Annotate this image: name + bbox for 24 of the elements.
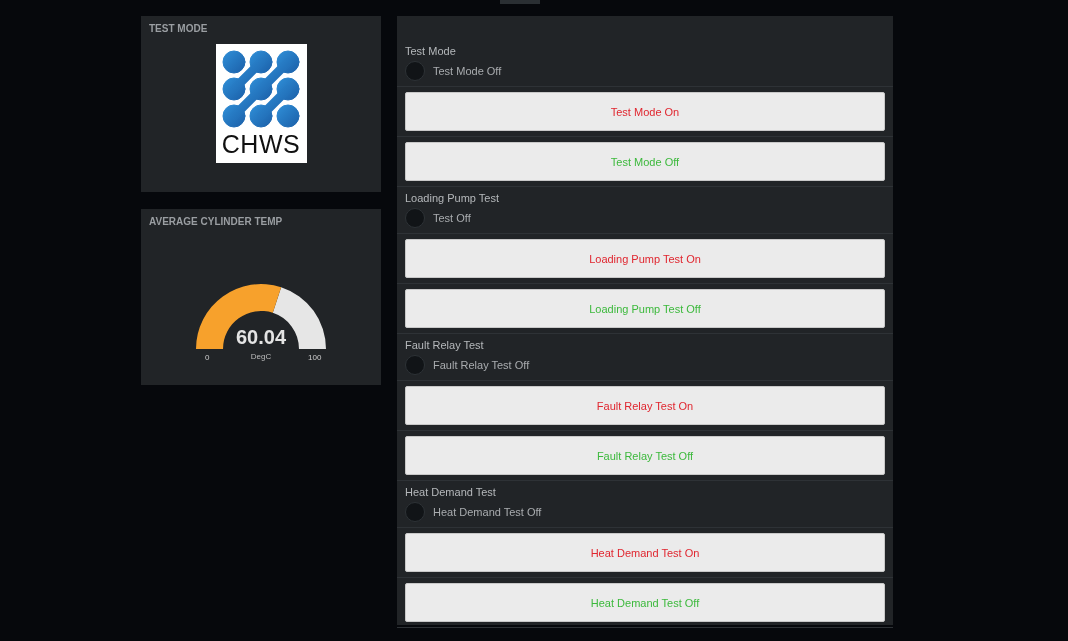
status-text: Heat Demand Test Off: [433, 506, 542, 518]
logo-text: CHWS: [221, 132, 301, 157]
gauge-unit: DegC: [250, 352, 272, 361]
gauge-min-label: 0: [205, 353, 210, 362]
group-label: Loading Pump Test: [404, 191, 500, 205]
status-text: Test Off: [433, 212, 471, 224]
group-label: Fault Relay Test: [404, 338, 485, 352]
group-label: Heat Demand Test: [404, 485, 497, 499]
toggle-button[interactable]: Fault Relay Test Off: [405, 436, 885, 475]
gauge-value: 60.04: [235, 326, 287, 348]
toggle-button[interactable]: Heat Demand Test On: [405, 533, 885, 572]
gauge-max-label: 100: [308, 353, 322, 362]
toggle-button[interactable]: Test Mode Off: [405, 142, 885, 181]
card-title: AVERAGE CYLINDER TEMP: [149, 216, 284, 227]
status-text: Fault Relay Test Off: [433, 359, 530, 371]
toggle-button[interactable]: Loading Pump Test Off: [405, 289, 885, 328]
toggle-button[interactable]: Heat Demand Test Off: [405, 583, 885, 622]
status-text: Test Mode Off: [433, 65, 502, 77]
card-title: TEST MODE: [149, 23, 209, 34]
top-tab[interactable]: [500, 0, 540, 4]
toggle-button[interactable]: Fault Relay Test On: [405, 386, 885, 425]
toggle-button[interactable]: Loading Pump Test On: [405, 239, 885, 278]
toggle-button[interactable]: Test Mode On: [405, 92, 885, 131]
group-label: Test Mode: [404, 44, 457, 58]
